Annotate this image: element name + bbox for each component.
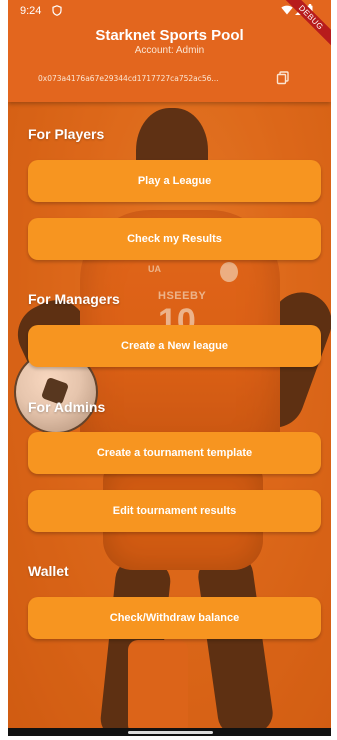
jersey-crest-icon: [220, 262, 238, 282]
wallet-address: 0x073a4176a67e29344cd1717727ca752ac56...: [38, 73, 219, 83]
section-title-managers: For Managers: [28, 291, 120, 307]
jersey-name: HSEEBY: [158, 290, 207, 302]
status-bar: 9:24: [8, 0, 331, 22]
copy-icon[interactable]: [276, 71, 290, 85]
athlete-sock: [128, 640, 188, 733]
athlete-left-leg: [98, 557, 173, 733]
play-league-button[interactable]: Play a League: [28, 160, 321, 202]
account-label: Account: Admin: [134, 45, 205, 56]
home-gesture-handle[interactable]: [128, 731, 213, 734]
create-league-button[interactable]: Create a New league: [28, 325, 321, 367]
section-title-admins: For Admins: [28, 399, 106, 415]
shield-icon-glyph: [52, 5, 62, 16]
wallet-address-row: 0x073a4176a67e29344cd1717727ca752ac56...: [38, 70, 298, 86]
section-title-players: For Players: [28, 126, 105, 142]
copy-icon-glyph: [276, 71, 289, 85]
app-screen: UA HSEEBY 10 Starknet Sports Pool Accoun…: [8, 0, 331, 733]
phone-frame: UA HSEEBY 10 Starknet Sports Pool Accoun…: [8, 0, 331, 736]
shield-icon: [52, 5, 62, 19]
athlete-right-leg: [195, 552, 276, 733]
system-navigation-bar: [8, 728, 331, 736]
check-results-button[interactable]: Check my Results: [28, 218, 321, 260]
edit-tournament-results-button[interactable]: Edit tournament results: [28, 490, 321, 532]
status-time: 9:24: [20, 5, 42, 17]
jersey-brand-logo: UA: [148, 264, 161, 274]
check-withdraw-balance-button[interactable]: Check/Withdraw balance: [28, 597, 321, 639]
section-title-wallet: Wallet: [28, 563, 69, 579]
create-tournament-template-button[interactable]: Create a tournament template: [28, 432, 321, 474]
app-title: Starknet Sports Pool: [95, 27, 244, 44]
